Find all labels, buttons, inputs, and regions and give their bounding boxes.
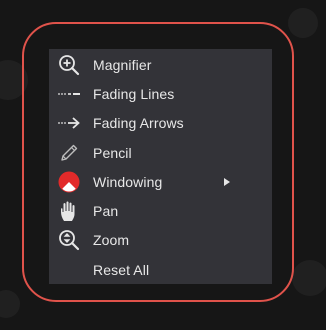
hand-icon <box>57 199 81 223</box>
menu-item-windowing[interactable]: Windowing <box>49 167 272 196</box>
menu-item-label: Pan <box>93 203 119 220</box>
background-decoration <box>0 290 20 318</box>
menu-item-label: Zoom <box>93 232 130 249</box>
submenu-arrow-icon <box>224 177 230 186</box>
windowing-icon <box>57 170 81 194</box>
menu-item-fading-arrows[interactable]: Fading Arrows <box>49 109 272 138</box>
menu-item-pan[interactable]: Pan <box>49 196 272 225</box>
menu-item-fading-lines[interactable]: Fading Lines <box>49 79 272 108</box>
menu-item-label: Windowing <box>93 173 163 190</box>
zoom-icon <box>57 228 81 252</box>
menu-item-reset-all[interactable]: Reset All <box>49 255 272 284</box>
context-menu: Magnifier Fading Lines Fading Arrows Pen… <box>49 49 272 284</box>
menu-item-label: Magnifier <box>93 56 152 73</box>
background-decoration <box>292 260 326 296</box>
menu-item-label: Pencil <box>93 144 132 161</box>
pencil-icon <box>57 141 81 165</box>
menu-item-label: Fading Arrows <box>93 115 184 132</box>
menu-item-label: Fading Lines <box>93 85 175 102</box>
background-decoration <box>288 8 318 38</box>
menu-item-label: Reset All <box>93 261 150 278</box>
fading-arrows-icon <box>57 111 81 135</box>
menu-item-pencil[interactable]: Pencil <box>49 138 272 167</box>
menu-item-zoom[interactable]: Zoom <box>49 226 272 255</box>
magnifier-icon <box>57 53 81 77</box>
menu-icon-placeholder <box>57 258 81 282</box>
fading-lines-icon <box>57 82 81 106</box>
menu-item-magnifier[interactable]: Magnifier <box>49 50 272 79</box>
